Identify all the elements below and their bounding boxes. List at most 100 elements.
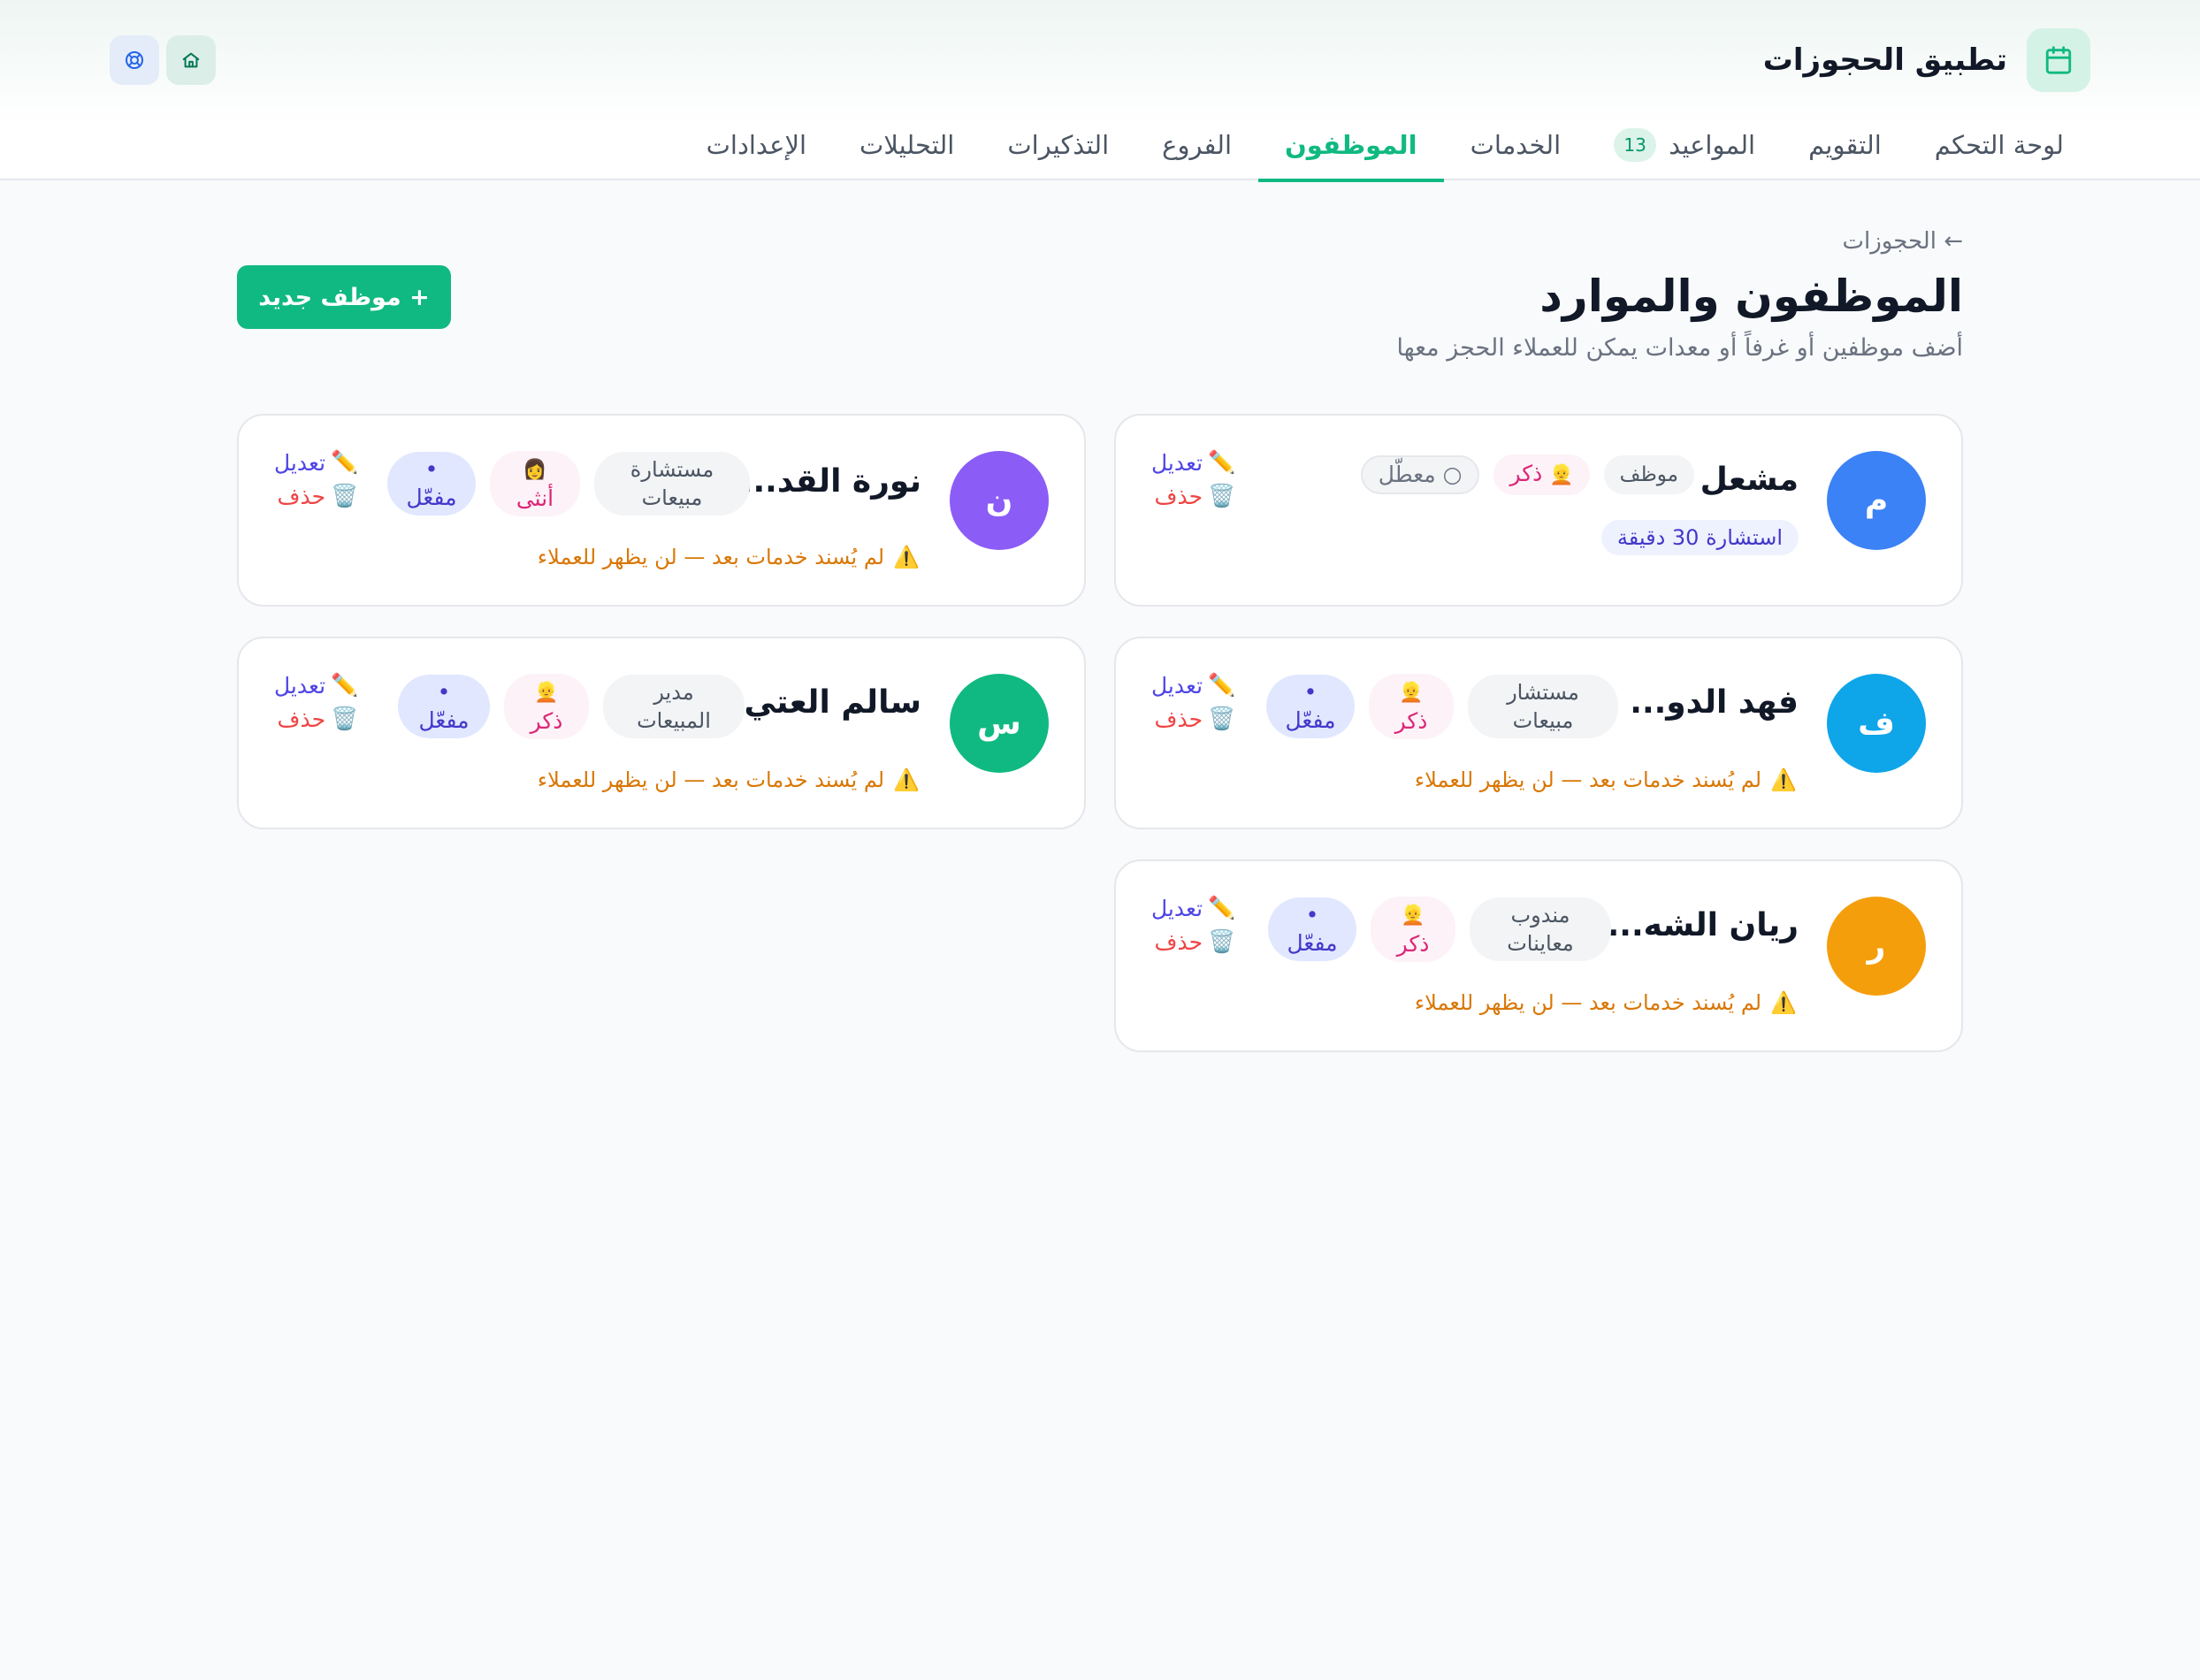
- warning-message: ⚠️ لم يُسند خدمات بعد — لن يظهر للعملاء: [1414, 990, 1797, 1015]
- staff-name: فهد الدو...: [1630, 684, 1799, 721]
- gender-chip: 👱 ذكر: [1493, 454, 1590, 495]
- card-actions: ✏️ تعديل 🗑️ حذف: [1151, 672, 1235, 732]
- role-chip: مستشارة مبيعات: [594, 452, 750, 515]
- tab-dashboard[interactable]: لوحة التحكم: [1908, 110, 2090, 180]
- man-emoji-icon: 👱: [1549, 464, 1574, 486]
- staff-card: م مشعل موظف 👱 ذكر ○ معطّل استشارة 30 دقي…: [1114, 414, 1963, 607]
- pencil-icon: ✏️: [1208, 895, 1236, 920]
- staff-chips: مستشارة مبيعات 👩 أنثى • مفعّل: [387, 451, 750, 516]
- lifebuoy-icon: [126, 51, 143, 69]
- gender-chip: 👱 ذكر: [1371, 897, 1455, 962]
- tab-staff[interactable]: الموظفون: [1258, 110, 1444, 182]
- tab-calendar[interactable]: التقويم: [1782, 110, 1908, 180]
- staff-card: ن نورة القد... مستشارة مبيعات 👩 أنثى • م…: [237, 414, 1086, 607]
- warning-message: ⚠️ لم يُسند خدمات بعد — لن يظهر للعملاء: [537, 767, 920, 792]
- man-emoji-icon: 👱: [1401, 905, 1425, 927]
- gender-chip: 👱 ذكر: [504, 674, 589, 739]
- man-emoji-icon: 👱: [1399, 682, 1424, 704]
- home-icon: [182, 52, 200, 68]
- avatar: م: [1827, 451, 1926, 550]
- pencil-icon: ✏️: [331, 672, 359, 698]
- trash-icon: 🗑️: [1208, 483, 1236, 508]
- gender-chip: 👱 ذكر: [1369, 674, 1454, 739]
- trash-icon: 🗑️: [1208, 928, 1236, 954]
- status-chip[interactable]: • مفعّل: [1268, 897, 1356, 961]
- delete-button[interactable]: 🗑️ حذف: [274, 483, 359, 509]
- warning-message: ⚠️ لم يُسند خدمات بعد — لن يظهر للعملاء: [1414, 767, 1797, 792]
- avatar: ن: [950, 451, 1049, 550]
- tab-settings[interactable]: الإعدادات: [680, 110, 833, 180]
- staff-name: نورة القد...: [740, 463, 921, 500]
- warning-message: ⚠️ لم يُسند خدمات بعد — لن يظهر للعملاء: [537, 545, 920, 569]
- delete-button[interactable]: 🗑️ حذف: [1151, 706, 1236, 732]
- staff-name: ريان الشه...: [1607, 907, 1799, 943]
- status-chip[interactable]: • مفعّل: [1266, 675, 1355, 738]
- status-chip[interactable]: • مفعّل: [398, 675, 490, 738]
- staff-chips: مدير المبيعات 👱 ذكر • مفعّل: [398, 674, 745, 739]
- card-actions: ✏️ تعديل 🗑️ حذف: [1151, 449, 1235, 509]
- pencil-icon: ✏️: [1208, 672, 1236, 698]
- dot-icon: •: [424, 456, 439, 482]
- warning-icon: ⚠️: [893, 545, 920, 569]
- dot-icon: •: [1303, 679, 1318, 705]
- service-chip: استشارة 30 دقيقة: [1600, 520, 1799, 555]
- warning-icon: ⚠️: [893, 767, 920, 792]
- new-staff-button[interactable]: + موظف جديد: [237, 265, 451, 329]
- avatar: ف: [1827, 674, 1926, 773]
- calendar-icon: [2027, 28, 2090, 92]
- dot-icon: •: [437, 679, 451, 705]
- warning-icon: ⚠️: [1770, 767, 1797, 792]
- app-header: تطبيق الحجوزات لوحة التحكم التقويم الموا…: [0, 0, 2200, 182]
- page-subtitle: أضف موظفين أو غرفاً أو معدات يمكن للعملا…: [1396, 334, 1963, 362]
- delete-button[interactable]: 🗑️ حذف: [274, 706, 359, 732]
- delete-button[interactable]: 🗑️ حذف: [1151, 928, 1236, 955]
- status-chip[interactable]: • مفعّل: [387, 452, 476, 515]
- staff-chips: موظف 👱 ذكر ○ معطّل: [1360, 454, 1694, 495]
- app-title: تطبيق الحجوزات: [1762, 42, 2007, 78]
- main-nav: لوحة التحكم التقويم المواعيد 13 الخدمات …: [680, 110, 2090, 182]
- man-emoji-icon: 👱: [534, 682, 559, 704]
- dot-icon: •: [1305, 902, 1319, 928]
- staff-card: ر ريان الشه... مندوب معاينات 👱 ذكر • مفع…: [1114, 859, 1963, 1052]
- card-actions: ✏️ تعديل 🗑️ حذف: [274, 449, 358, 509]
- breadcrumb-back-link[interactable]: ← الحجوزات: [1843, 228, 1963, 255]
- gender-chip: 👩 أنثى: [490, 451, 580, 516]
- circle-icon: ○: [1442, 462, 1463, 487]
- role-chip: مدير المبيعات: [603, 675, 745, 738]
- avatar: ر: [1827, 897, 1926, 996]
- delete-button[interactable]: 🗑️ حذف: [1151, 483, 1236, 509]
- card-actions: ✏️ تعديل 🗑️ حذف: [1151, 895, 1235, 955]
- staff-card: ف فهد الدو... مستشار مبيعات 👱 ذكر • مفعّ…: [1114, 637, 1963, 829]
- role-chip: مندوب معاينات: [1470, 897, 1611, 961]
- staff-chips: مستشار مبيعات 👱 ذكر • مفعّل: [1266, 674, 1618, 739]
- trash-icon: 🗑️: [331, 706, 359, 731]
- role-chip: موظف: [1603, 455, 1694, 494]
- edit-button[interactable]: ✏️ تعديل: [274, 672, 358, 699]
- pencil-icon: ✏️: [1208, 449, 1236, 475]
- brand[interactable]: تطبيق الحجوزات: [1763, 28, 2090, 92]
- tab-branches[interactable]: الفروع: [1135, 110, 1258, 180]
- trash-icon: 🗑️: [1208, 706, 1236, 731]
- edit-button[interactable]: ✏️ تعديل: [274, 449, 358, 476]
- card-actions: ✏️ تعديل 🗑️ حذف: [274, 672, 358, 732]
- trash-icon: 🗑️: [331, 483, 359, 508]
- woman-emoji-icon: 👩: [523, 459, 547, 481]
- status-chip[interactable]: ○ معطّل: [1360, 455, 1480, 494]
- home-button[interactable]: [166, 35, 216, 85]
- tab-appointments[interactable]: المواعيد 13: [1587, 110, 1782, 180]
- staff-chips: مندوب معاينات 👱 ذكر • مفعّل: [1268, 897, 1611, 962]
- page-title: الموظفون والموارد: [1539, 271, 1963, 322]
- tab-services[interactable]: الخدمات: [1444, 110, 1588, 180]
- role-chip: مستشار مبيعات: [1468, 675, 1618, 738]
- appointments-count-badge: 13: [1614, 128, 1657, 162]
- edit-button[interactable]: ✏️ تعديل: [1151, 672, 1235, 699]
- tab-reminders[interactable]: التذكيرات: [981, 110, 1135, 180]
- edit-button[interactable]: ✏️ تعديل: [1151, 895, 1235, 921]
- staff-card: س سالم العتي... مدير المبيعات 👱 ذكر • مف…: [237, 637, 1086, 829]
- avatar: س: [950, 674, 1049, 773]
- warning-icon: ⚠️: [1770, 990, 1797, 1015]
- tab-analytics[interactable]: التحليلات: [833, 110, 981, 180]
- edit-button[interactable]: ✏️ تعديل: [1151, 449, 1235, 476]
- help-button[interactable]: [110, 35, 159, 85]
- pencil-icon: ✏️: [331, 449, 359, 475]
